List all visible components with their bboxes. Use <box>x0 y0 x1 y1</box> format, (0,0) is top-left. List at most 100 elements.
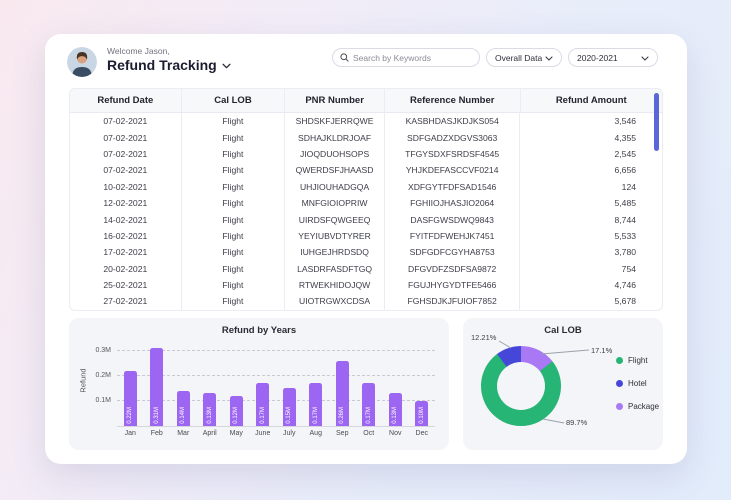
welcome-text: Welcome Jason, <box>107 46 170 56</box>
refund-table: Refund Date Cal LOB PNR Number Reference… <box>69 88 663 311</box>
avatar[interactable] <box>67 47 97 77</box>
table-cell: 16-02-2021 <box>70 227 182 245</box>
table-row: 10-02-2021 Flight UHJIOUHADGQA XDFGYTFDFSAD… <box>70 178 662 195</box>
table-cell: 5,485 <box>614 198 637 209</box>
table-cell: Flight <box>182 293 286 310</box>
legend: Flight Hotel Package <box>616 356 659 425</box>
column-header: Cal LOB <box>182 89 286 112</box>
table-cell: 2,545 <box>614 148 637 159</box>
bar-value-label: 0.26M <box>339 407 346 424</box>
table-row: 07-02-2021 Flight SDHAJKLDRJOAF SDFGADZXDGV… <box>70 129 662 146</box>
chevron-down-icon <box>545 53 553 63</box>
table-cell: 17-02-2021 <box>70 244 182 261</box>
table-cell: Flight <box>182 227 286 245</box>
bar: 0.15M <box>282 388 296 426</box>
y-tick-label: 0.1M <box>95 397 111 405</box>
table-cell: 27-02-2021 <box>70 293 182 310</box>
table-cell: Flight <box>182 129 286 146</box>
table-cell: FYITFDFWEHJK7451 <box>385 227 521 245</box>
table-cell: UIRDSFQWGEEQ <box>285 211 385 228</box>
search-icon <box>340 49 349 67</box>
table-row: 27-02-2021 Flight UIOTRGWXCDSA FGHSDJKJFUIO… <box>70 293 662 310</box>
bar: 0.17M <box>256 383 270 426</box>
table-cell: SHDSKFJERRQWE <box>285 113 385 130</box>
table-cell: DFGVDFZSDFSA9872 <box>385 260 521 277</box>
table-cell: FGHSDJKJFUIOF7852 <box>385 293 521 310</box>
bar-value-label: 0.14M <box>180 407 187 424</box>
scrollbar-thumb[interactable] <box>654 93 659 151</box>
legend-dot <box>616 403 623 410</box>
table-cell: 754 <box>621 263 637 274</box>
legend-dot <box>616 380 623 387</box>
bar-value-label: 0.22M <box>127 407 134 424</box>
bar: 0.26M <box>335 360 349 426</box>
search-input[interactable] <box>353 52 472 63</box>
column-header: Refund Amount <box>555 95 627 106</box>
bars: 0.22M Jan 0.31M Feb 0.14M Mar 0.13M April 0.12M M… <box>117 339 436 437</box>
table-cell: FGUJHYGYDTFE5466 <box>385 276 521 294</box>
search-box[interactable] <box>332 48 480 67</box>
bar-value-label: 0.12M <box>233 407 240 424</box>
table-cell: Flight <box>182 260 286 277</box>
table-cell: SDFGADZXDGVS3063 <box>385 129 521 146</box>
table-cell: 07-02-2021 <box>70 113 182 130</box>
legend-item: Flight <box>616 356 659 365</box>
table-cell: 8,744 <box>614 214 637 225</box>
overall-data-select[interactable]: Overall Data <box>486 48 562 67</box>
table-cell: KASBHDASJKDJKS054 <box>385 113 521 130</box>
chevron-down-icon <box>641 53 649 63</box>
legend-item: Package <box>616 402 659 411</box>
table-cell: 07-02-2021 <box>70 145 182 163</box>
table-cell: 5,533 <box>614 230 637 241</box>
table-cell: 25-02-2021 <box>70 276 182 294</box>
column-header: Reference Number <box>385 89 521 112</box>
table-cell: Flight <box>182 194 286 212</box>
bar-column: 0.17M Oct <box>356 339 383 437</box>
donut-chart <box>481 346 561 426</box>
table-row: 17-02-2021 Flight IUHGEJHRDSDQ SDFGDFCGYHA8… <box>70 244 662 261</box>
bar: 0.17M <box>362 383 376 426</box>
table-cell: 07-02-2021 <box>70 129 182 146</box>
bar-column: 0.17M Aug <box>303 339 330 437</box>
bar-column: 0.10M Dec <box>409 339 436 437</box>
bar-value-label: 0.31M <box>153 407 160 424</box>
table-cell: RTWEKHIDOJQW <box>285 276 385 294</box>
table-cell: DASFGWSDWQ9843 <box>385 211 521 228</box>
bar-value-label: 0.17M <box>365 407 372 424</box>
year-select[interactable]: 2020-2021 <box>568 48 658 67</box>
table-cell: 124 <box>621 181 637 192</box>
legend-label: Hotel <box>628 379 647 388</box>
bar-column: 0.26M Sep <box>329 339 356 437</box>
table-row: 16-02-2021 Flight YEYIUBVDTYRER FYITFDFWEHJ… <box>70 227 662 245</box>
table-cell: TFGYSDXFSRDSF4545 <box>385 145 521 163</box>
chevron-down-icon <box>222 56 231 74</box>
legend-item: Hotel <box>616 379 659 388</box>
bar-value-label: 0.13M <box>392 407 399 424</box>
bar-column: 0.17M June <box>250 339 277 437</box>
bar: 0.12M <box>229 395 243 426</box>
table-cell: UIOTRGWXCDSA <box>285 293 385 310</box>
table-cell: 3,780 <box>614 247 637 258</box>
table-cell: Flight <box>182 113 286 130</box>
y-tick-label: 0.3M <box>95 347 111 355</box>
table-cell: XDFGYTFDFSAD1546 <box>385 178 521 195</box>
page-title-dropdown[interactable]: Refund Tracking <box>107 56 231 74</box>
column-header: Refund Date <box>70 89 182 112</box>
bar: 0.22M <box>123 370 137 426</box>
table-cell: Flight <box>182 244 286 261</box>
bar-chart-title: Refund by Years <box>221 325 297 336</box>
x-tick-label: Dec <box>415 430 428 437</box>
table-row: 07-02-2021 Flight JIOQDUOHSOPS TFGYSDXFSRDS… <box>70 145 662 163</box>
bar-value-label: 0.13M <box>206 407 213 424</box>
table-cell: 4,746 <box>614 280 637 291</box>
table-header: Refund Date Cal LOB PNR Number Reference… <box>70 89 662 113</box>
table-cell: MNFGIOIOPRIW <box>285 194 385 212</box>
bar-chart-panel: Refund by Years Refund 0.3M 0.2M 0.1M 0.22M… <box>69 318 449 450</box>
table-row: 12-02-2021 Flight MNFGIOIOPRIW FGHIIOJHASJI… <box>70 194 662 212</box>
y-tick-label: 0.2M <box>95 372 111 380</box>
bar-value-label: 0.15M <box>286 407 293 424</box>
bar-value-label: 0.17M <box>259 407 266 424</box>
page-background: Welcome Jason, Refund Tracking Overall D… <box>0 0 731 500</box>
page-title: Refund Tracking <box>107 57 217 73</box>
donut-hole <box>497 362 545 410</box>
